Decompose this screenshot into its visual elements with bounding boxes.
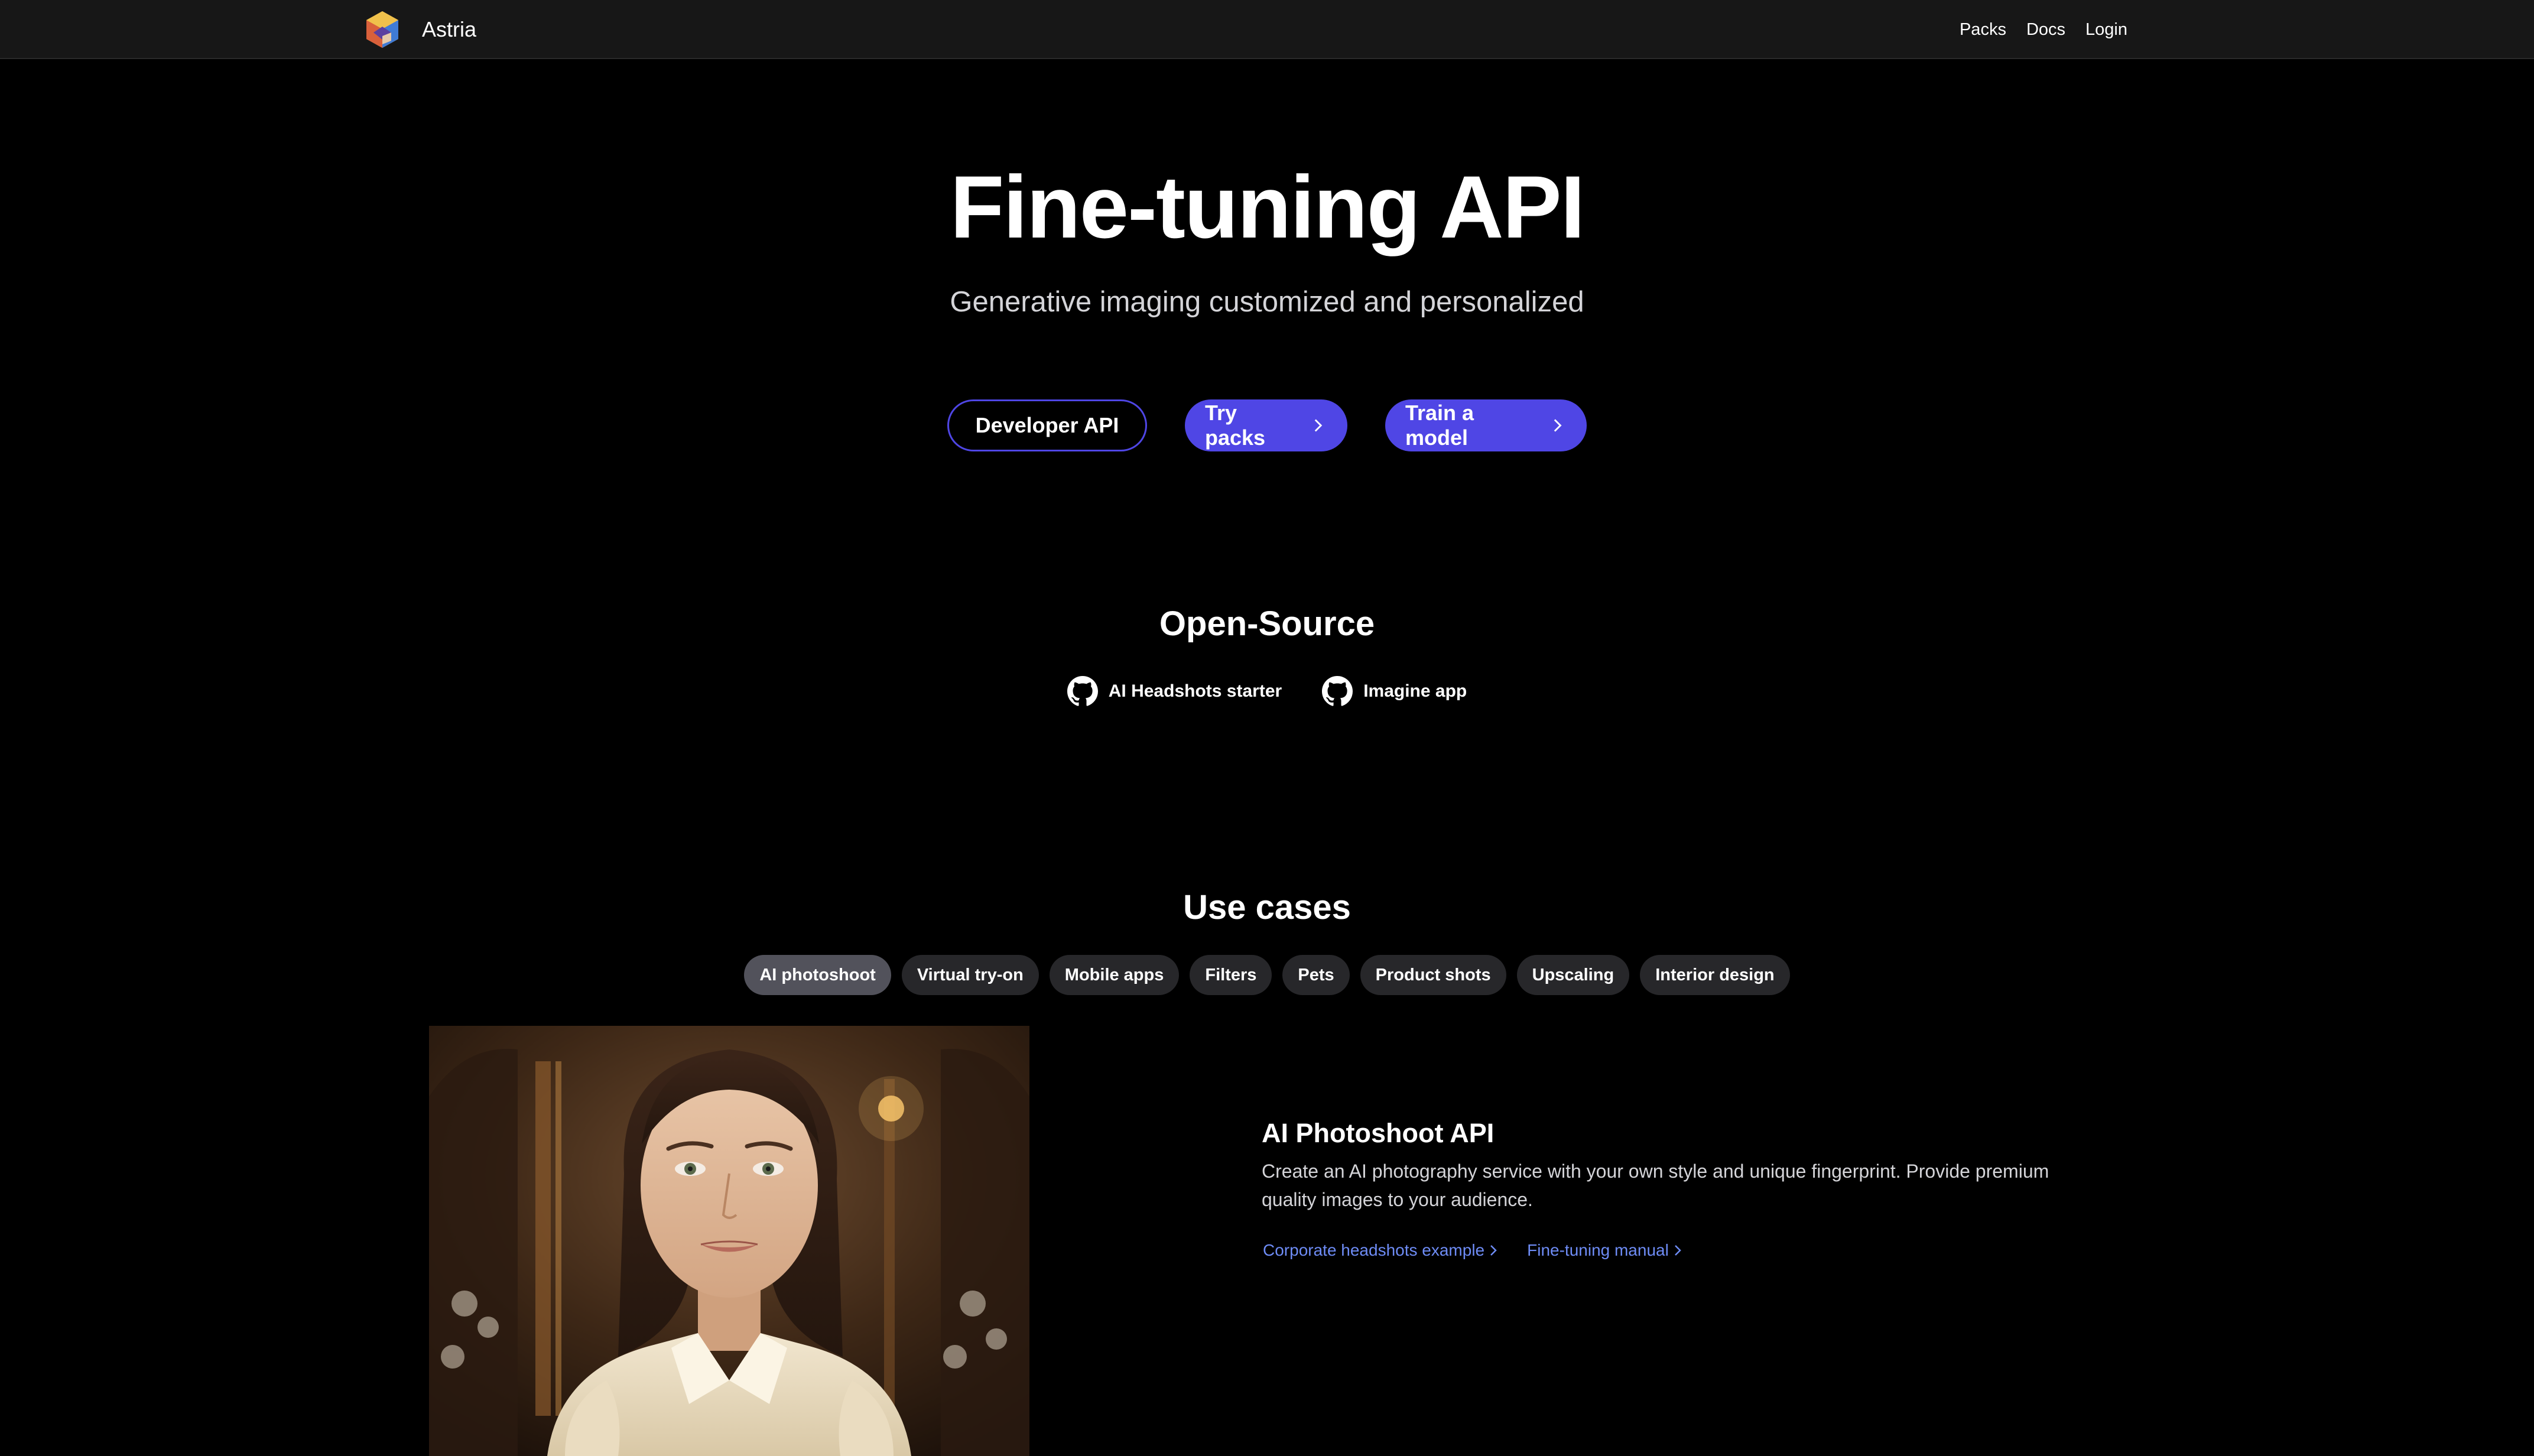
corporate-headshots-example-link[interactable]: Corporate headshots example — [1263, 1241, 1497, 1260]
chevron-right-icon — [1314, 419, 1323, 432]
tab-mobile-apps[interactable]: Mobile apps — [1049, 955, 1180, 995]
chevron-right-icon — [1674, 1245, 1681, 1256]
navbar: Astria Packs Docs Login — [0, 0, 2534, 59]
hero-subtitle: Generative imaging customized and person… — [950, 286, 1584, 318]
nav-link-packs[interactable]: Packs — [1960, 20, 2006, 40]
cta-buttons: Developer API Try packs Train a model — [0, 399, 2534, 451]
github-icon — [1322, 676, 1353, 706]
use-cases-title: Use cases — [1183, 888, 1351, 927]
use-case-description: Create an AI photography service with yo… — [1262, 1161, 2049, 1210]
use-case-links: Corporate headshots example Fine-tuning … — [1263, 1241, 1682, 1260]
corporate-headshots-example-label: Corporate headshots example — [1263, 1241, 1485, 1259]
tab-virtual-try-on[interactable]: Virtual try-on — [901, 955, 1039, 995]
imagine-app-link[interactable]: Imagine app — [1322, 676, 1467, 707]
developer-api-button[interactable]: Developer API — [947, 399, 1147, 451]
chevron-right-icon — [1554, 419, 1562, 432]
developer-api-label: Developer API — [975, 413, 1119, 437]
tab-upscaling[interactable]: Upscaling — [1516, 955, 1630, 995]
brand-link[interactable]: Astria — [362, 10, 476, 49]
portrait-illustration — [429, 1026, 1029, 1456]
tab-ai-photoshoot[interactable]: AI photoshoot — [744, 955, 891, 995]
try-packs-button[interactable]: Try packs — [1185, 399, 1347, 451]
github-icon — [1067, 676, 1098, 706]
train-model-button[interactable]: Train a model — [1385, 399, 1587, 451]
train-model-label: Train a model — [1405, 401, 1474, 450]
ai-headshots-starter-link[interactable]: AI Headshots starter — [1067, 676, 1282, 707]
ai-headshots-starter-label: AI Headshots starter — [1108, 681, 1282, 701]
chevron-right-icon — [1490, 1245, 1497, 1256]
open-source-title: Open-Source — [1159, 604, 1375, 643]
use-case-portrait-image — [429, 1026, 1029, 1456]
tab-pets[interactable]: Pets — [1282, 955, 1350, 995]
tab-product-shots[interactable]: Product shots — [1360, 955, 1506, 995]
open-source-links: AI Headshots starter Imagine app — [0, 676, 2534, 707]
brand-name: Astria — [422, 17, 477, 41]
nav-link-login[interactable]: Login — [2085, 20, 2127, 40]
use-case-heading: AI Photoshoot API — [1262, 1118, 1495, 1148]
astria-logo-icon — [366, 11, 398, 48]
imagine-app-label: Imagine app — [1363, 681, 1467, 701]
fine-tuning-manual-label: Fine-tuning manual — [1527, 1241, 1669, 1259]
try-packs-label: Try packs — [1205, 401, 1266, 450]
fine-tuning-manual-link[interactable]: Fine-tuning manual — [1527, 1241, 1682, 1260]
hero-title: Fine-tuning API — [950, 157, 1586, 256]
tab-interior-design[interactable]: Interior design — [1640, 955, 1790, 995]
nav-link-docs[interactable]: Docs — [2026, 20, 2065, 40]
use-case-tabs: AI photoshoot Virtual try-on Mobile apps… — [0, 955, 2534, 995]
tab-filters[interactable]: Filters — [1190, 955, 1272, 995]
top-nav: Packs Docs Login — [1960, 0, 2127, 59]
